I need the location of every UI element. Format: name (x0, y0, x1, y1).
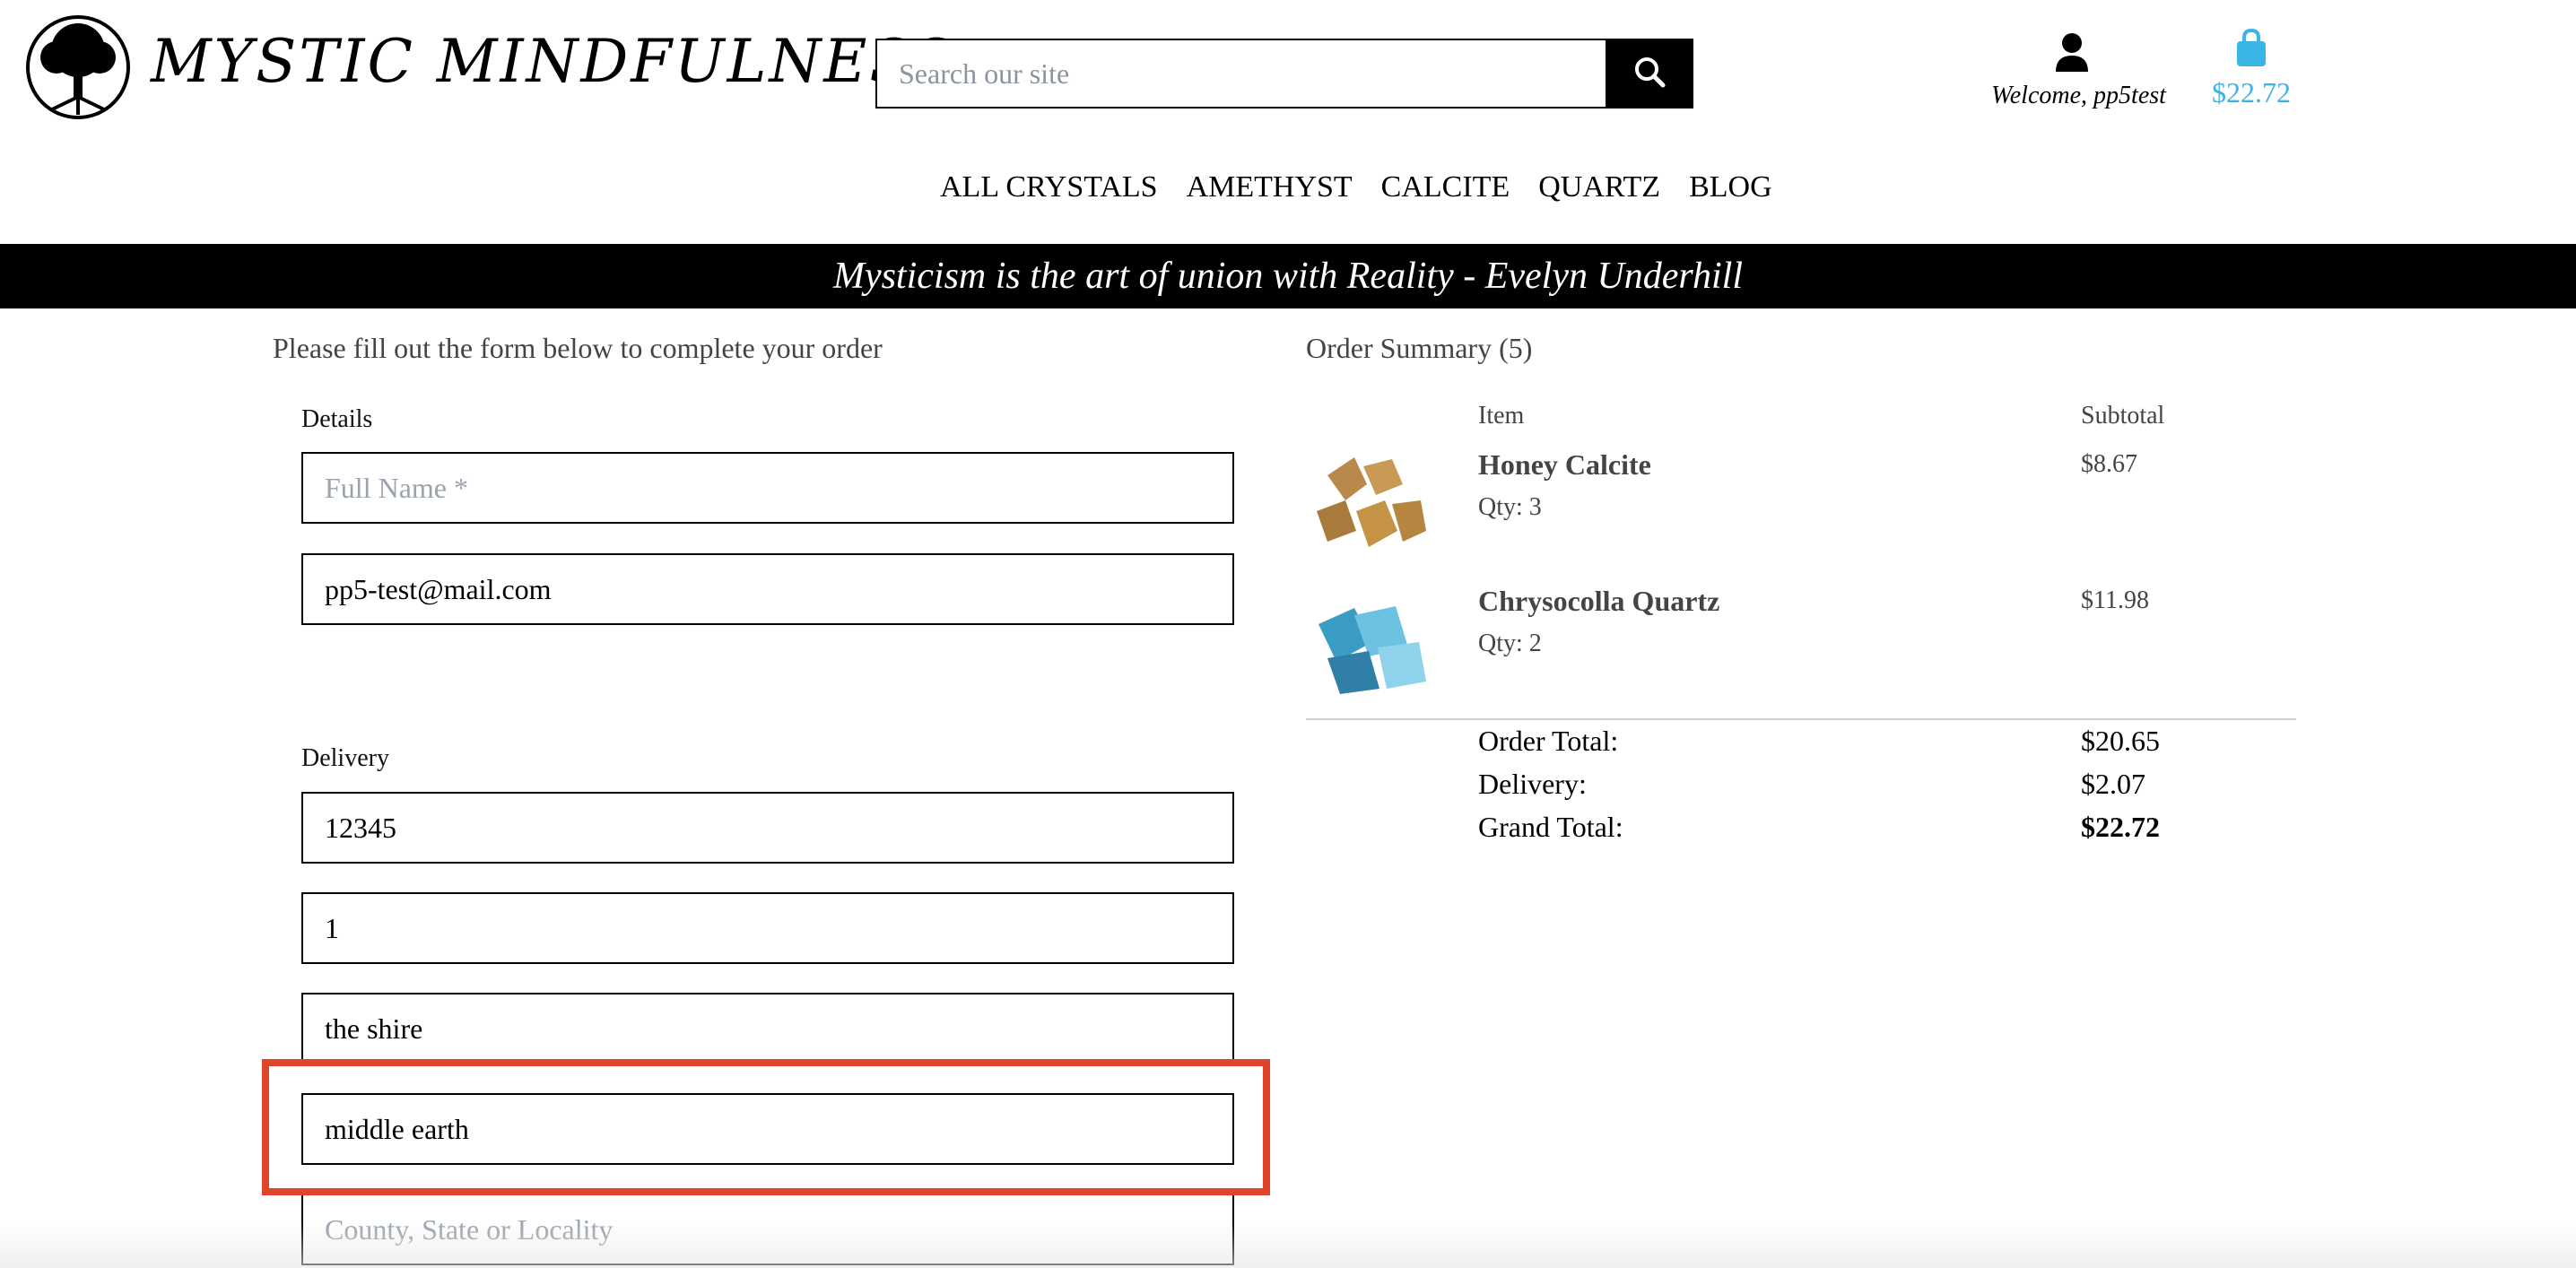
order-summary-title: Order Summary (5) (1306, 332, 1533, 364)
delivery-heading: Delivery (301, 744, 389, 772)
item-qty: Qty: 2 (1478, 630, 1542, 657)
subtotal-column-header: Subtotal (2081, 402, 2165, 430)
search-button[interactable] (1606, 39, 1693, 109)
search-icon (1633, 56, 1666, 92)
banner-quote: Mysticism is the art of union with Reali… (832, 256, 1744, 297)
details-heading: Details (301, 405, 373, 433)
cart-link[interactable]: $22.72 (2197, 28, 2305, 109)
street-address-1-field[interactable]: 1 (301, 892, 1234, 964)
order-total-label: Order Total: (1478, 725, 1619, 757)
postcode-field[interactable]: 12345 (301, 792, 1234, 864)
honey-calcite-image[interactable] (1310, 448, 1433, 565)
nav-quartz[interactable]: QUARTZ (1538, 170, 1660, 204)
tree-of-life-logo[interactable] (25, 14, 131, 120)
item-name[interactable]: Honey Calcite (1478, 448, 1651, 482)
item-name[interactable]: Chrysocolla Quartz (1478, 585, 1719, 618)
street-address-2-field[interactable]: the shire (301, 993, 1234, 1064)
form-intro: Please fill out the form below to comple… (273, 332, 883, 364)
search-bar (875, 39, 1693, 109)
bottom-fade (0, 1220, 2576, 1268)
user-icon (2054, 33, 2090, 75)
nav-blog[interactable]: BLOG (1689, 170, 1772, 204)
brand-name[interactable]: MYSTIC MINDFULNESS (151, 27, 955, 96)
grand-total-value: $22.72 (2081, 811, 2160, 843)
shopping-bag-icon (2233, 28, 2269, 72)
email-field[interactable]: pp5-test@mail.com (301, 553, 1234, 625)
account-label: Welcome, pp5test (1991, 82, 2166, 109)
nav-calcite[interactable]: CALCITE (1381, 170, 1510, 204)
item-subtotal: $8.67 (2081, 450, 2137, 478)
main-nav: ALL CRYSTALS AMETHYST CALCITE QUARTZ BLO… (940, 170, 1772, 204)
account-menu[interactable]: Welcome, pp5test (1991, 32, 2166, 110)
cart-total: $22.72 (2212, 76, 2291, 109)
summary-divider (1306, 718, 2296, 720)
highlight-box (262, 1059, 1270, 1195)
grand-total-label: Grand Total: (1478, 811, 1623, 843)
chrysocolla-quartz-image[interactable] (1310, 588, 1433, 705)
item-subtotal: $11.98 (2081, 586, 2149, 614)
item-column-header: Item (1478, 402, 1525, 430)
search-input[interactable] (875, 39, 1606, 109)
nav-amethyst[interactable]: AMETHYST (1187, 170, 1353, 204)
item-qty: Qty: 3 (1478, 493, 1542, 521)
delivery-label: Delivery: (1478, 768, 1587, 800)
nav-all-crystals[interactable]: ALL CRYSTALS (940, 170, 1158, 204)
quote-banner: Mysticism is the art of union with Reali… (0, 244, 2576, 308)
order-total-value: $20.65 (2081, 725, 2160, 757)
full-name-field[interactable]: Full Name * (301, 452, 1234, 524)
delivery-value: $2.07 (2081, 768, 2145, 800)
